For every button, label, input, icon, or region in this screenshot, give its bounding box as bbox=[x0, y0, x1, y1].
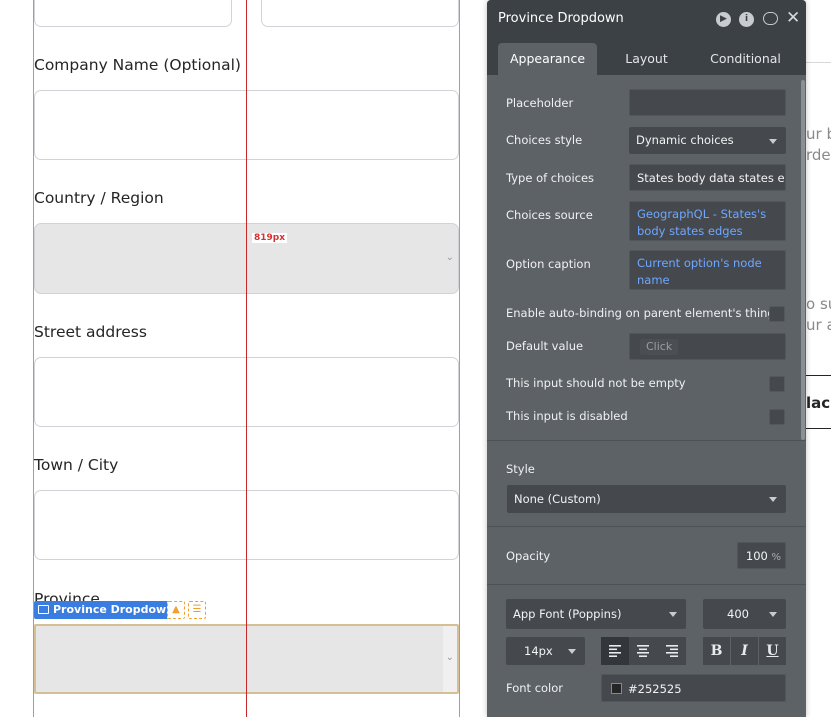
selected-element-tag[interactable]: Province Dropdown bbox=[34, 601, 180, 619]
caret-down-icon bbox=[669, 612, 677, 617]
page-boundary-guide-right bbox=[459, 0, 460, 717]
background-text-1: ur b bbox=[806, 125, 831, 143]
background-divider bbox=[806, 62, 831, 63]
type-of-choices-input[interactable]: States body data states edge bbox=[629, 164, 786, 191]
choices-source-expression[interactable]: GeographQL - States's body states edges bbox=[629, 201, 786, 241]
close-icon[interactable]: ✕ bbox=[786, 8, 800, 28]
align-right-button[interactable] bbox=[657, 637, 686, 665]
color-swatch bbox=[611, 683, 622, 694]
option-caption-expression[interactable]: Current option's node name bbox=[629, 250, 786, 290]
align-left-icon bbox=[609, 645, 621, 657]
disabled-label: This input is disabled bbox=[506, 409, 628, 423]
font-color-value: #252525 bbox=[628, 682, 682, 696]
street-address-label: Street address bbox=[34, 323, 147, 341]
opacity-label: Opacity bbox=[506, 549, 551, 563]
country-region-label: Country / Region bbox=[34, 189, 164, 207]
not-empty-checkbox[interactable] bbox=[769, 376, 785, 392]
tab-conditional[interactable]: Conditional bbox=[696, 43, 795, 75]
auto-binding-label: Enable auto-binding on parent element's … bbox=[506, 306, 775, 320]
option-caption-value[interactable]: Current option's node name bbox=[637, 256, 762, 287]
auto-binding-checkbox[interactable] bbox=[769, 306, 785, 322]
center-guide bbox=[246, 0, 247, 717]
style-select[interactable]: None (Custom) bbox=[507, 485, 786, 513]
choices-style-select[interactable]: Dynamic choices bbox=[629, 127, 786, 154]
font-size-value: 14px bbox=[524, 644, 553, 658]
opacity-value: 100 bbox=[745, 549, 768, 563]
background-text-3: o sup bbox=[806, 295, 831, 313]
style-value: None (Custom) bbox=[514, 492, 601, 506]
reveal-in-tree-icon[interactable]: ▲ bbox=[167, 601, 185, 619]
style-label: Style bbox=[506, 462, 535, 476]
database-icon[interactable]: ☰ bbox=[188, 601, 206, 619]
background-text-2: rder bbox=[806, 146, 831, 164]
panel-scrollbar[interactable] bbox=[801, 80, 805, 440]
choices-style-label: Choices style bbox=[506, 133, 583, 147]
click-placeholder[interactable]: Click bbox=[640, 339, 679, 355]
background-divider-2 bbox=[806, 375, 831, 376]
tab-layout[interactable]: Layout bbox=[597, 43, 696, 75]
placeholder-input[interactable] bbox=[629, 89, 786, 116]
font-color-label: Font color bbox=[506, 681, 564, 695]
background-divider-3 bbox=[806, 428, 831, 429]
opacity-input[interactable]: 100 % bbox=[737, 542, 786, 569]
font-family-select[interactable]: App Font (Poppins) bbox=[506, 599, 686, 629]
background-text-4: ur a bbox=[806, 316, 831, 334]
choices-style-value: Dynamic choices bbox=[636, 133, 734, 147]
section-divider bbox=[487, 584, 806, 585]
disabled-checkbox[interactable] bbox=[769, 409, 785, 425]
comment-icon[interactable] bbox=[763, 12, 778, 25]
chevron-down-icon: ⌄ bbox=[445, 652, 454, 663]
align-center-button[interactable] bbox=[629, 637, 657, 665]
caret-down-icon bbox=[769, 138, 777, 144]
background-text-5: lac bbox=[806, 394, 831, 412]
placeholder-label: Placeholder bbox=[506, 96, 574, 110]
property-editor-panel: Province Dropdown ▶ i ✕ Appearance Layou… bbox=[487, 0, 806, 717]
font-size-select[interactable]: 14px bbox=[506, 637, 585, 665]
selected-element-name: Province Dropdown bbox=[53, 603, 175, 616]
align-center-icon bbox=[637, 645, 649, 657]
bold-button[interactable]: B bbox=[703, 637, 730, 665]
font-weight-value: 400 bbox=[727, 607, 749, 621]
font-weight-select[interactable]: 400 bbox=[703, 599, 786, 629]
chevron-down-icon: ⌄ bbox=[445, 252, 454, 263]
info-icon[interactable]: i bbox=[739, 12, 754, 27]
option-caption-label: Option caption bbox=[506, 257, 591, 271]
width-indicator: 819px bbox=[252, 233, 288, 243]
underline-button[interactable]: U bbox=[759, 637, 786, 665]
type-of-choices-label: Type of choices bbox=[506, 171, 595, 185]
section-divider bbox=[487, 526, 806, 527]
font-family-value: App Font (Poppins) bbox=[513, 607, 622, 621]
preview-icon[interactable]: ▶ bbox=[716, 12, 731, 27]
last-name-input[interactable] bbox=[261, 0, 459, 27]
font-color-input[interactable]: #252525 bbox=[601, 674, 786, 702]
town-city-label: Town / City bbox=[34, 456, 119, 474]
panel-title: Province Dropdown bbox=[498, 11, 624, 26]
panel-header[interactable]: Province Dropdown ▶ i ✕ Appearance Layou… bbox=[487, 0, 806, 75]
section-divider bbox=[487, 440, 806, 441]
align-right-icon bbox=[665, 645, 678, 657]
first-name-input[interactable] bbox=[34, 0, 232, 27]
default-value-input[interactable]: Click bbox=[629, 333, 786, 360]
italic-button[interactable]: I bbox=[731, 637, 758, 665]
caret-down-icon bbox=[769, 497, 777, 502]
tab-appearance[interactable]: Appearance bbox=[498, 43, 597, 75]
caret-down-icon bbox=[769, 612, 777, 617]
dropdown-element-icon bbox=[38, 605, 49, 614]
default-value-label: Default value bbox=[506, 339, 584, 353]
align-left-button[interactable] bbox=[601, 637, 629, 665]
opacity-unit: % bbox=[771, 552, 781, 563]
company-name-label: Company Name (Optional) bbox=[34, 56, 241, 74]
choices-source-label: Choices source bbox=[506, 208, 593, 222]
choices-source-value[interactable]: GeographQL - States's body states edges bbox=[637, 207, 766, 238]
not-empty-label: This input should not be empty bbox=[506, 376, 686, 390]
caret-down-icon bbox=[568, 649, 576, 654]
